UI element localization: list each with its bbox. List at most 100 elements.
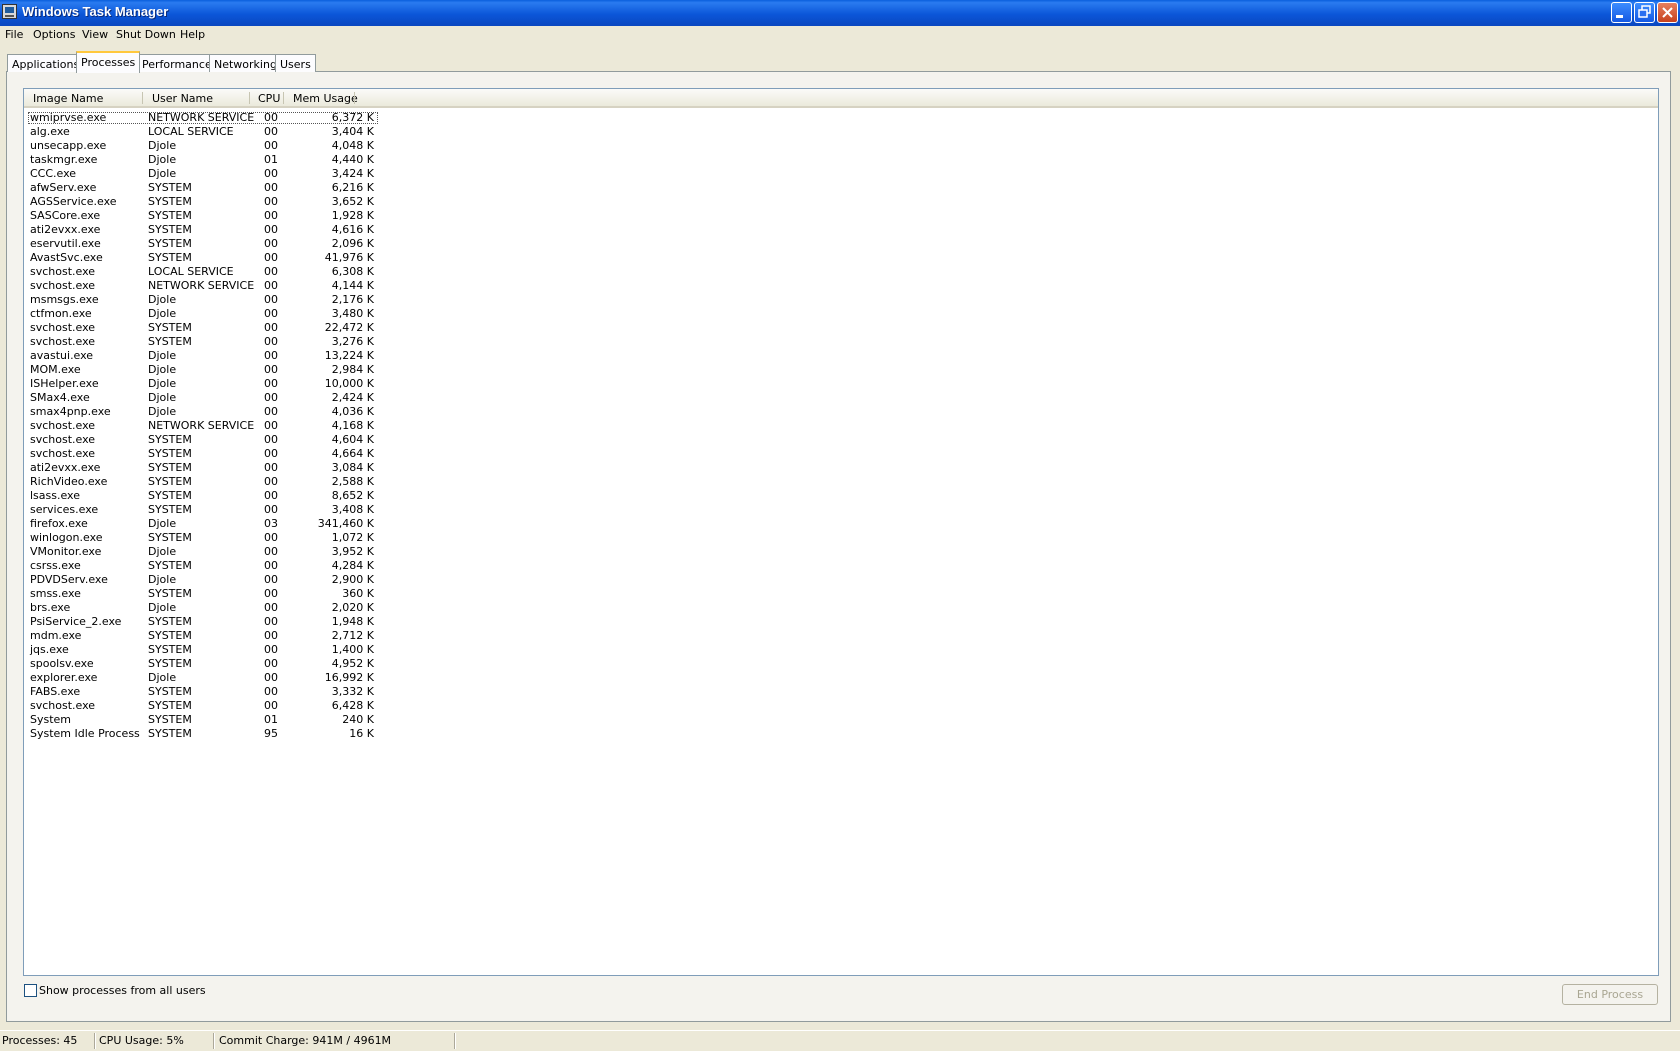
process-row[interactable]: System Idle Process SYSTEM 95 16 K xyxy=(24,727,424,741)
process-list[interactable]: Image Name User Name CPU Mem Usage wmipr… xyxy=(23,88,1659,976)
process-row[interactable]: svchost.exe SYSTEM 00 3,276 K xyxy=(24,335,424,349)
process-image-name: RichVideo.exe xyxy=(30,475,108,488)
process-mem-usage: 341,460 K xyxy=(317,517,374,530)
focus-rectangle xyxy=(28,112,378,124)
show-all-users-checkbox[interactable] xyxy=(24,984,37,997)
process-mem-usage: 3,424 K xyxy=(331,167,374,180)
process-mem-usage: 3,952 K xyxy=(331,545,374,558)
end-process-button[interactable]: End Process xyxy=(1562,984,1658,1005)
process-cpu: 00 xyxy=(264,335,278,348)
process-row[interactable]: SMax4.exe Djole 00 2,424 K xyxy=(24,391,424,405)
process-mem-usage: 3,084 K xyxy=(331,461,374,474)
column-header-user-name[interactable]: User Name xyxy=(152,92,213,105)
process-user-name: Djole xyxy=(148,293,177,306)
process-row[interactable]: ISHelper.exe Djole 00 10,000 K xyxy=(24,377,424,391)
process-row[interactable]: svchost.exe SYSTEM 00 22,472 K xyxy=(24,321,424,335)
process-row[interactable]: msmsgs.exe Djole 00 2,176 K xyxy=(24,293,424,307)
close-button[interactable] xyxy=(1657,2,1678,23)
process-row[interactable]: svchost.exe LOCAL SERVICE 00 6,308 K xyxy=(24,265,424,279)
process-row[interactable]: smax4pnp.exe Djole 00 4,036 K xyxy=(24,405,424,419)
process-row[interactable]: CCC.exe Djole 00 3,424 K xyxy=(24,167,424,181)
process-image-name: explorer.exe xyxy=(30,671,98,684)
column-divider[interactable] xyxy=(249,92,250,104)
process-row[interactable]: csrss.exe SYSTEM 00 4,284 K xyxy=(24,559,424,573)
column-divider[interactable] xyxy=(354,92,355,104)
process-mem-usage: 2,424 K xyxy=(331,391,374,404)
process-row[interactable]: alg.exe LOCAL SERVICE 00 3,404 K xyxy=(24,125,424,139)
process-mem-usage: 240 K xyxy=(342,713,374,726)
menu-options[interactable]: Options xyxy=(33,28,75,41)
process-row[interactable]: svchost.exe SYSTEM 00 4,664 K xyxy=(24,447,424,461)
tab-networking[interactable]: Networking xyxy=(209,54,282,72)
process-row[interactable]: svchost.exe NETWORK SERVICE 00 4,168 K xyxy=(24,419,424,433)
title-bar[interactable]: Windows Task Manager xyxy=(0,0,1680,26)
process-row[interactable]: System SYSTEM 01 240 K xyxy=(24,713,424,727)
process-row[interactable]: AGSService.exe SYSTEM 00 3,652 K xyxy=(24,195,424,209)
process-row[interactable]: PDVDServ.exe Djole 00 2,900 K xyxy=(24,573,424,587)
process-image-name: CCC.exe xyxy=(30,167,77,180)
menu-view[interactable]: View xyxy=(82,28,108,41)
minimize-button[interactable] xyxy=(1611,2,1632,23)
restore-button[interactable] xyxy=(1634,2,1655,23)
process-row[interactable]: svchost.exe SYSTEM 00 4,604 K xyxy=(24,433,424,447)
column-header-image-name[interactable]: Image Name xyxy=(33,92,103,105)
menu-help[interactable]: Help xyxy=(180,28,205,41)
process-image-name: unsecapp.exe xyxy=(30,139,107,152)
column-header-cpu[interactable]: CPU xyxy=(258,92,280,105)
process-row[interactable]: ctfmon.exe Djole 00 3,480 K xyxy=(24,307,424,321)
process-row[interactable]: PsiService_2.exe SYSTEM 00 1,948 K xyxy=(24,615,424,629)
tab-applications[interactable]: Applications xyxy=(7,54,85,72)
process-image-name: AvastSvc.exe xyxy=(30,251,103,264)
column-divider[interactable] xyxy=(283,92,284,104)
process-row[interactable]: AvastSvc.exe SYSTEM 00 41,976 K xyxy=(24,251,424,265)
process-image-name: ctfmon.exe xyxy=(30,307,92,320)
menu-shut-down[interactable]: Shut Down xyxy=(116,28,176,41)
tab-performance[interactable]: Performance xyxy=(137,54,217,72)
process-user-name: SYSTEM xyxy=(148,181,192,194)
process-mem-usage: 13,224 K xyxy=(324,349,374,362)
process-row[interactable]: jqs.exe SYSTEM 00 1,400 K xyxy=(24,643,424,657)
process-cpu: 00 xyxy=(264,475,278,488)
process-row[interactable]: spoolsv.exe SYSTEM 00 4,952 K xyxy=(24,657,424,671)
process-row[interactable]: svchost.exe NETWORK SERVICE 00 4,144 K xyxy=(24,279,424,293)
menu-file[interactable]: File xyxy=(5,28,23,41)
process-row[interactable]: brs.exe Djole 00 2,020 K xyxy=(24,601,424,615)
process-row[interactable]: mdm.exe SYSTEM 00 2,712 K xyxy=(24,629,424,643)
process-row[interactable]: winlogon.exe SYSTEM 00 1,072 K xyxy=(24,531,424,545)
process-row[interactable]: afwServ.exe SYSTEM 00 6,216 K xyxy=(24,181,424,195)
process-image-name: ati2evxx.exe xyxy=(30,461,101,474)
process-user-name: NETWORK SERVICE xyxy=(148,419,255,432)
process-row[interactable]: wmiprvse.exe NETWORK SERVICE 00 6,372 K xyxy=(24,111,424,125)
process-mem-usage: 2,020 K xyxy=(331,601,374,614)
process-row[interactable]: RichVideo.exe SYSTEM 00 2,588 K xyxy=(24,475,424,489)
process-mem-usage: 3,404 K xyxy=(331,125,374,138)
process-image-name: mdm.exe xyxy=(30,629,82,642)
process-row[interactable]: svchost.exe SYSTEM 00 6,428 K xyxy=(24,699,424,713)
process-row[interactable]: avastui.exe Djole 00 13,224 K xyxy=(24,349,424,363)
process-row[interactable]: VMonitor.exe Djole 00 3,952 K xyxy=(24,545,424,559)
process-row[interactable]: SASCore.exe SYSTEM 00 1,928 K xyxy=(24,209,424,223)
process-row[interactable]: lsass.exe SYSTEM 00 8,652 K xyxy=(24,489,424,503)
process-image-name: msmsgs.exe xyxy=(30,293,99,306)
process-user-name: SYSTEM xyxy=(148,657,192,670)
process-cpu: 00 xyxy=(264,363,278,376)
process-image-name: ISHelper.exe xyxy=(30,377,99,390)
process-row[interactable]: ati2evxx.exe SYSTEM 00 3,084 K xyxy=(24,461,424,475)
process-image-name: AGSService.exe xyxy=(30,195,117,208)
process-row[interactable]: smss.exe SYSTEM 00 360 K xyxy=(24,587,424,601)
show-all-users-label[interactable]: Show processes from all users xyxy=(39,984,206,997)
process-row[interactable]: unsecapp.exe Djole 00 4,048 K xyxy=(24,139,424,153)
process-row[interactable]: services.exe SYSTEM 00 3,408 K xyxy=(24,503,424,517)
column-header-mem-usage[interactable]: Mem Usage xyxy=(293,92,358,105)
column-divider[interactable] xyxy=(142,92,143,104)
process-row[interactable]: explorer.exe Djole 00 16,992 K xyxy=(24,671,424,685)
tab-users[interactable]: Users xyxy=(275,54,316,72)
process-row[interactable]: eservutil.exe SYSTEM 00 2,096 K xyxy=(24,237,424,251)
process-row[interactable]: ati2evxx.exe SYSTEM 00 4,616 K xyxy=(24,223,424,237)
process-row[interactable]: taskmgr.exe Djole 01 4,440 K xyxy=(24,153,424,167)
process-mem-usage: 3,408 K xyxy=(331,503,374,516)
process-row[interactable]: MOM.exe Djole 00 2,984 K xyxy=(24,363,424,377)
process-row[interactable]: FABS.exe SYSTEM 00 3,332 K xyxy=(24,685,424,699)
tab-processes[interactable]: Processes xyxy=(76,51,141,73)
process-row[interactable]: firefox.exe Djole 03 341,460 K xyxy=(24,517,424,531)
